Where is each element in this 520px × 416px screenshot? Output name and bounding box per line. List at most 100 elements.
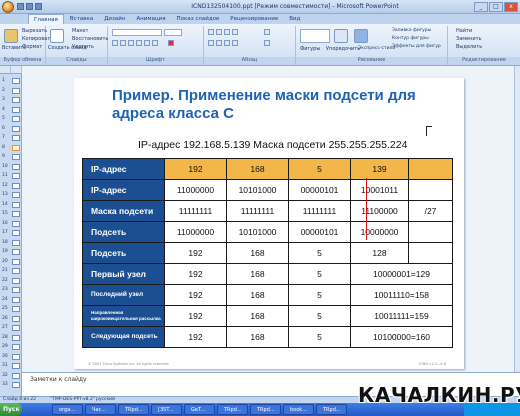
slides-tab[interactable]: [0, 66, 11, 73]
arrange-icon[interactable]: [334, 29, 348, 43]
tab-animation[interactable]: Анимация: [131, 14, 170, 24]
tab-view[interactable]: Вид: [284, 14, 305, 24]
taskbar-item[interactable]: [35T...: [151, 404, 182, 415]
slide-thumbnail[interactable]: [12, 296, 20, 303]
slide-thumbnail[interactable]: [12, 154, 20, 160]
slide-thumbnail[interactable]: [12, 192, 20, 198]
slide-thumbnail[interactable]: [12, 87, 20, 94]
start-button[interactable]: Пуск: [0, 403, 22, 416]
vertical-scrollbar[interactable]: [514, 66, 520, 372]
italic-icon[interactable]: [120, 40, 126, 46]
slide-thumbnail[interactable]: [12, 211, 20, 217]
slide-thumbnail[interactable]: [12, 287, 20, 293]
slide-thumbnail[interactable]: [12, 277, 20, 284]
delete-slide-button[interactable]: Удалить: [72, 44, 94, 50]
numbering-icon[interactable]: [216, 29, 222, 35]
taskbar-item[interactable]: Час...: [85, 404, 116, 415]
new-slide-icon[interactable]: [50, 29, 64, 43]
taskbar-item[interactable]: TRpd...: [217, 404, 248, 415]
ip-table[interactable]: IP-адрес 192 168 5 139 IP-адрес 11000000 101010…: [82, 158, 453, 348]
shape-outline-button[interactable]: Контур фигуры: [392, 36, 429, 41]
shapes-gallery[interactable]: [300, 29, 330, 43]
spacing-icon[interactable]: [152, 40, 158, 46]
format-painter-button[interactable]: Формат: [22, 44, 42, 50]
slide-title[interactable]: Пример. Применение маски подсети для адр…: [112, 87, 442, 123]
slide-thumbnail[interactable]: [12, 97, 20, 103]
slide-thumbnail[interactable]: [12, 258, 20, 265]
slide-thumbnail[interactable]: [12, 182, 20, 189]
bold-icon[interactable]: [112, 40, 118, 46]
arrange-button[interactable]: Упорядочить: [326, 46, 360, 52]
slide-thumbnail[interactable]: [12, 363, 20, 369]
taskbar-item[interactable]: TRpd...: [316, 404, 347, 415]
slide-thumbnail[interactable]: [12, 334, 20, 341]
justify-icon[interactable]: [232, 40, 238, 46]
slide-thumbnail[interactable]: [12, 372, 20, 379]
shadow-icon[interactable]: [144, 40, 150, 46]
select-button[interactable]: Выделить: [456, 44, 482, 50]
font-size-box[interactable]: [164, 29, 182, 36]
slide-thumbnail[interactable]: [12, 125, 20, 132]
slide-thumbnail[interactable]: [12, 268, 20, 274]
slide-thumbnail[interactable]: [12, 315, 20, 322]
slide-thumbnail[interactable]: [12, 135, 20, 141]
quick-styles-button[interactable]: Экспресс-стили: [358, 46, 395, 51]
slide-thumbnail[interactable]: [12, 353, 20, 360]
align-right-icon[interactable]: [224, 40, 230, 46]
maximize-button[interactable]: □: [489, 2, 503, 12]
font-name-box[interactable]: [112, 29, 162, 36]
outline-tab[interactable]: [11, 66, 22, 73]
close-button[interactable]: x: [504, 2, 518, 12]
slide-thumbnail[interactable]: [12, 325, 20, 331]
layout-button[interactable]: Макет: [72, 28, 88, 34]
paste-icon[interactable]: [4, 29, 18, 43]
slide-thumbnail[interactable]: [12, 144, 20, 151]
slide-thumbnail[interactable]: [12, 106, 20, 113]
quick-styles-icon[interactable]: [354, 29, 368, 43]
font-color-icon[interactable]: [168, 40, 174, 46]
slide-thumbnail[interactable]: [12, 201, 20, 208]
slide-thumbnail[interactable]: [12, 163, 20, 170]
shape-effects-button[interactable]: Эффекты для фигур: [392, 44, 441, 49]
underline-icon[interactable]: [128, 40, 134, 46]
slide-canvas[interactable]: Пример. Применение маски подсети для адр…: [74, 78, 464, 369]
taskbar-item[interactable]: TRpd...: [250, 404, 281, 415]
taskbar-item[interactable]: orga...: [52, 404, 83, 415]
strikethrough-icon[interactable]: [136, 40, 142, 46]
align-left-icon[interactable]: [208, 40, 214, 46]
slide-thumbnail[interactable]: [12, 344, 20, 350]
minimize-button[interactable]: _: [474, 2, 488, 12]
taskbar-item[interactable]: TRpd...: [118, 404, 149, 415]
shapes-button[interactable]: Фигуры: [300, 46, 320, 52]
slide-thumbnail[interactable]: [12, 230, 20, 236]
reset-button[interactable]: Восстановить: [72, 36, 108, 42]
tab-design[interactable]: Дизайн: [99, 14, 130, 24]
align-text-icon[interactable]: [264, 40, 270, 46]
slide-thumbnail[interactable]: [12, 116, 20, 122]
replace-button[interactable]: Заменить: [456, 36, 482, 42]
undo-icon[interactable]: [26, 3, 33, 10]
find-button[interactable]: Найти: [456, 28, 472, 34]
slide-thumbnail[interactable]: [12, 249, 20, 255]
save-icon[interactable]: [17, 3, 24, 10]
tab-review[interactable]: Рецензирование: [225, 14, 283, 24]
cut-button[interactable]: Вырезать: [22, 28, 47, 34]
taskbar-item[interactable]: GeT...: [184, 404, 215, 415]
slide-thumbnail[interactable]: [12, 173, 20, 179]
tab-insert[interactable]: Вставка: [65, 14, 98, 24]
redo-icon[interactable]: [35, 3, 42, 10]
shape-fill-button[interactable]: Заливка фигуры: [392, 28, 431, 33]
slide-thumbnail[interactable]: [12, 306, 20, 312]
slide-thumbnail[interactable]: [12, 239, 20, 246]
slide-subtitle[interactable]: IP-адрес 192.168.5.139 Маска подсети 255…: [138, 139, 407, 151]
align-center-icon[interactable]: [216, 40, 222, 46]
tab-slideshow[interactable]: Показ слайдов: [172, 14, 225, 24]
decrease-indent-icon[interactable]: [224, 29, 230, 35]
office-button[interactable]: [2, 1, 14, 13]
slide-thumbnail[interactable]: [12, 78, 20, 84]
text-direction-icon[interactable]: [264, 29, 270, 35]
slide-thumbnail[interactable]: [12, 220, 20, 227]
tab-home[interactable]: Главная: [28, 14, 64, 24]
taskbar-item[interactable]: book...: [283, 404, 314, 415]
increase-indent-icon[interactable]: [232, 29, 238, 35]
